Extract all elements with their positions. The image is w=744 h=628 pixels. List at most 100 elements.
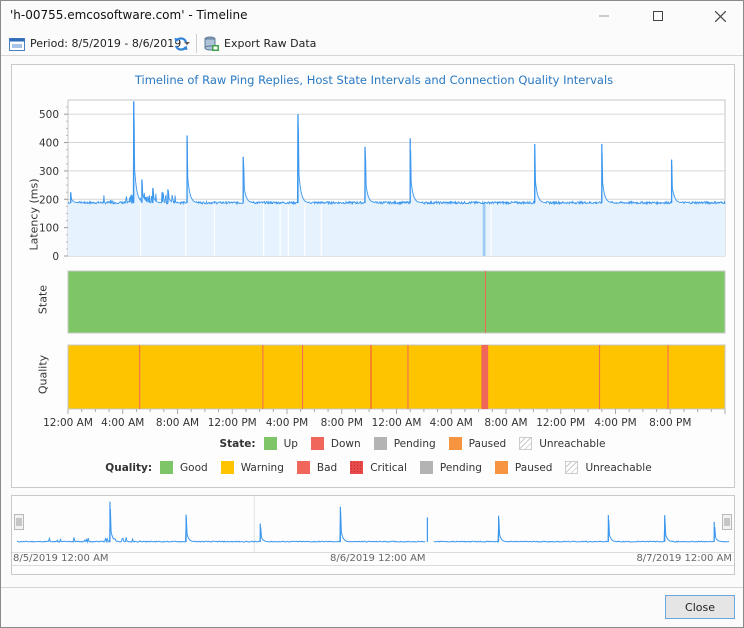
quality-event-bad [599,345,601,409]
close-icon [714,10,726,22]
refresh-icon [174,36,188,51]
legend-item: Unreachable [565,461,652,474]
quality-legend: Quality: Good Warning Bad Critical Pending Pa… [12,461,736,474]
toolbar-separator [196,34,197,53]
export-raw-data-button[interactable]: Export Raw Data [204,34,316,53]
period-dropdown[interactable]: Period: 8/5/2019 - 8/6/2019 [9,34,192,53]
toolbar: Period: 8/5/2019 - 8/6/2019 Export Raw D… [1,31,743,56]
overview-mid-label: 8/6/2019 12:00 AM [330,553,426,564]
overview-end-label: 8/7/2019 12:00 AM [636,553,732,564]
legend-item: Paused [448,437,507,450]
legend-item: Critical [350,461,407,474]
legend-swatch [419,461,433,474]
legend-label: Critical [370,461,407,474]
x-tick-label: 8:00 PM [321,417,363,429]
legend-item: Up [263,437,298,450]
legend-label: Up [283,437,298,450]
legend-label: Pending [439,461,482,474]
overview-axis: 8/5/2019 12:00 AM 8/6/2019 12:00 AM 8/7/… [12,552,734,566]
legend-swatch [220,461,234,474]
export-label: Export Raw Data [224,37,317,50]
maximize-button[interactable] [635,1,681,31]
legend-swatch [350,461,364,474]
legend-swatch [160,461,174,474]
overview-start-label: 8/5/2019 12:00 AM [13,553,109,564]
maximize-icon [653,11,663,21]
quality-event-bad [481,345,489,409]
legend-label: Good [180,461,208,474]
quality-event-bad [407,345,409,409]
quality-event-bad [139,345,141,409]
state-legend: State: Up Down Pending Paused Unreachable [12,437,736,450]
close-window-button[interactable] [697,1,743,31]
legend-swatch [373,437,387,450]
timeline-chart[interactable]: 0 100 200 300 400 500 12:00 AM 4:00 AM 8:00 AM 12… [12,65,736,435]
y-tick-label: 400 [39,138,59,150]
grip-icon [724,518,730,526]
legend-label: Down [330,437,361,450]
overview-chart[interactable] [12,496,734,552]
overview-navigator[interactable]: 8/5/2019 12:00 AM 8/6/2019 12:00 AM 8/7/… [11,495,735,575]
legend-label: Unreachable [585,461,652,474]
y-tick-label: 500 [39,109,59,121]
minimize-icon [599,15,609,17]
y-tick-label: 200 [39,194,59,206]
x-tick-label: 12:00 PM [208,417,257,429]
y-tick-label: 300 [39,166,59,178]
database-export-icon [204,36,219,51]
latency-missing-interval [482,202,486,256]
quality-legend-title: Quality: [105,461,153,474]
legend-label: Bad [316,461,338,474]
range-end-handle[interactable] [722,514,732,530]
legend-item: Pending [419,461,482,474]
state-band-up [67,270,726,334]
refresh-button[interactable] [173,34,189,53]
legend-swatch [310,437,324,450]
x-tick-label: 12:00 AM [43,417,93,429]
legend-item: Warning [220,461,284,474]
legend-item: Down [310,437,361,450]
quality-event-critical [370,345,372,409]
x-tick-label: 12:00 PM [536,417,585,429]
legend-item: Pending [373,437,436,450]
x-tick-label: 4:00 PM [266,417,308,429]
legend-label: Warning [240,461,284,474]
timeline-chart-panel: Timeline of Raw Ping Replies, Host State… [11,64,735,488]
grip-icon [16,518,22,526]
title-bar: 'h-00755.emcosoftware.com' - Timeline [1,1,743,31]
quality-event-bad [262,345,264,409]
x-tick-label: 4:00 AM [430,417,473,429]
state-legend-title: State: [219,437,256,450]
overview-line [16,508,426,544]
quality-band-warning [67,344,726,410]
x-tick-label: 4:00 AM [101,417,144,429]
x-tick-label: 12:00 AM [372,417,422,429]
quality-event-bad [667,345,669,409]
x-tick-label: 8:00 AM [484,417,527,429]
legend-swatch [448,437,462,450]
legend-swatch [494,461,508,474]
legend-label: Paused [514,461,553,474]
x-tick-label: 4:00 PM [594,417,636,429]
footer-divider [1,587,743,588]
calendar-icon [9,37,25,51]
legend-swatch [263,437,277,450]
range-start-handle[interactable] [14,514,24,530]
legend-swatch [519,437,533,450]
x-tick-label: 8:00 AM [156,417,199,429]
legend-item: Good [160,461,208,474]
legend-swatch [565,461,579,474]
legend-item: Bad [296,461,338,474]
timeline-window: 'h-00755.emcosoftware.com' - Timeline Pe… [0,0,744,628]
legend-item: Paused [494,461,553,474]
legend-swatch [296,461,310,474]
quality-event-bad [302,345,304,409]
x-tick-label: 8:00 PM [649,417,691,429]
window-title: 'h-00755.emcosoftware.com' - Timeline [10,8,248,22]
y-tick-label: 100 [39,223,59,235]
legend-label: Paused [468,437,507,450]
period-label: Period: 8/5/2019 - 8/6/2019 [30,37,182,50]
minimize-button[interactable] [581,1,627,31]
close-button[interactable]: Close [665,595,735,619]
y-tick-label: 0 [52,251,59,263]
